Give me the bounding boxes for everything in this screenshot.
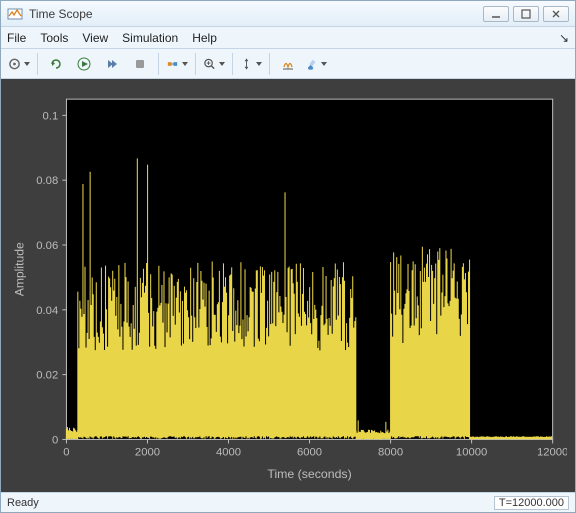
svg-text:Time (seconds): Time (seconds): [267, 467, 351, 481]
separator: [195, 53, 196, 75]
svg-text:4000: 4000: [216, 447, 241, 459]
statusbar: Ready T=12000.000: [1, 492, 575, 512]
menu-view[interactable]: View: [82, 31, 108, 45]
svg-text:0.1: 0.1: [43, 110, 59, 122]
status-left: Ready: [7, 497, 39, 509]
reset-button[interactable]: [44, 52, 68, 76]
step-button[interactable]: [100, 52, 124, 76]
menu-help[interactable]: Help: [192, 31, 217, 45]
scale-button[interactable]: [276, 52, 300, 76]
menu-tools[interactable]: Tools: [40, 31, 68, 45]
separator: [269, 53, 270, 75]
menubar: File Tools View Simulation Help ↘: [1, 27, 575, 49]
svg-text:0: 0: [52, 435, 58, 447]
signal-button[interactable]: [165, 52, 189, 76]
svg-text:10000: 10000: [456, 447, 487, 459]
svg-text:0.06: 0.06: [36, 240, 58, 252]
svg-text:0.04: 0.04: [36, 305, 58, 317]
separator: [158, 53, 159, 75]
run-button[interactable]: [72, 52, 96, 76]
separator: [232, 53, 233, 75]
svg-text:6000: 6000: [297, 447, 322, 459]
menu-simulation[interactable]: Simulation: [122, 31, 178, 45]
svg-text:0: 0: [63, 447, 69, 459]
toolbar: [1, 49, 575, 79]
status-time: T=12000.000: [494, 496, 569, 510]
minimize-button[interactable]: [483, 6, 509, 22]
menu-file[interactable]: File: [7, 31, 26, 45]
pan-button[interactable]: [239, 52, 263, 76]
stop-button[interactable]: [128, 52, 152, 76]
plot-canvas[interactable]: 0 0.02 0.04 0.06 0.08 0.1 0 2000 4000 6000 8000 100…: [9, 87, 567, 484]
svg-text:8000: 8000: [378, 447, 403, 459]
window-controls: [483, 6, 569, 22]
highlight-button[interactable]: [304, 52, 328, 76]
svg-text:0.08: 0.08: [36, 175, 58, 187]
separator: [37, 53, 38, 75]
close-button[interactable]: [543, 6, 569, 22]
maximize-button[interactable]: [513, 6, 539, 22]
svg-text:12000: 12000: [537, 447, 567, 459]
svg-text:Amplitude: Amplitude: [12, 242, 26, 296]
window-title: Time Scope: [29, 7, 483, 21]
svg-text:2000: 2000: [135, 447, 160, 459]
pin-icon[interactable]: ↘: [559, 31, 569, 45]
app-icon: [7, 6, 23, 22]
zoom-button[interactable]: [202, 52, 226, 76]
plot-area: 0 0.02 0.04 0.06 0.08 0.1 0 2000 4000 6000 8000 100…: [1, 79, 575, 492]
svg-text:0.02: 0.02: [36, 370, 58, 382]
titlebar: Time Scope: [1, 1, 575, 27]
application-window: Time Scope File Tools View Simulation He…: [0, 0, 576, 513]
settings-button[interactable]: [7, 52, 31, 76]
